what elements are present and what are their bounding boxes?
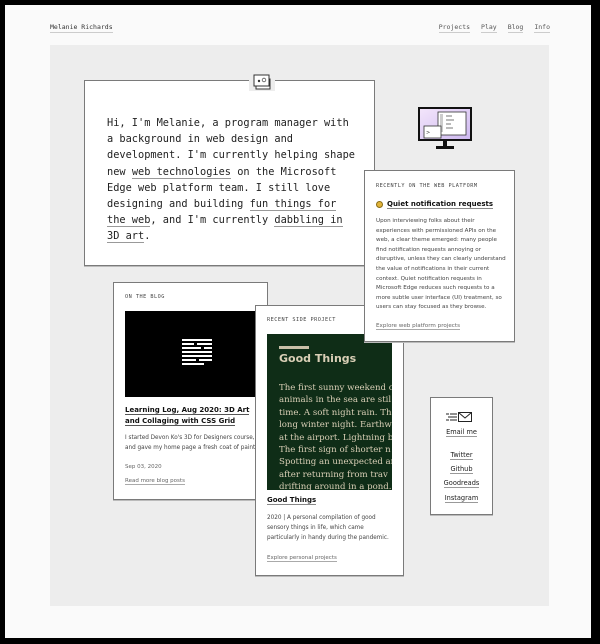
thumb-line: at the airport. Lightning b bbox=[279, 432, 392, 443]
thumb-line: long winter night. Earthw bbox=[279, 420, 392, 431]
thumb-line: The first sunny weekend o bbox=[279, 383, 392, 393]
intro-text-part: , and I'm currently bbox=[150, 214, 275, 227]
side-project-description: 2020 | A personal compilation of good se… bbox=[267, 515, 389, 541]
quiet-notification-link[interactable]: Quiet notification requests bbox=[387, 200, 494, 209]
twitter-link[interactable]: Twitter bbox=[431, 451, 492, 460]
text-lines-icon bbox=[182, 339, 212, 365]
blog-thumbnail[interactable] bbox=[125, 311, 268, 397]
collage-stage: Hi, I'm Melanie, a program manager with … bbox=[50, 45, 549, 606]
email-me-link[interactable]: Email me bbox=[431, 428, 492, 437]
blog-eyebrow: ON THE BLOG bbox=[125, 294, 165, 300]
thumb-paragraph: The first sunny weekend o animals in the… bbox=[279, 382, 392, 490]
main-nav: Projects Play Blog Info bbox=[438, 23, 550, 33]
email-me-label: Email me bbox=[446, 428, 477, 437]
thumb-accent-bar bbox=[279, 346, 309, 349]
email-icon bbox=[445, 408, 473, 422]
window-stack-icon bbox=[249, 73, 275, 91]
explore-personal-projects-link[interactable]: Explore personal projects bbox=[267, 555, 337, 562]
side-project-card: RECENT SIDE PROJECT Good Things The firs… bbox=[255, 305, 404, 576]
page: Melanie Richards Projects Play Blog Info… bbox=[5, 5, 591, 638]
monitor-icon: > bbox=[418, 107, 472, 151]
nav-blog[interactable]: Blog bbox=[507, 23, 524, 33]
side-project-thumbnail[interactable]: Good Things The first sunny weekend o an… bbox=[267, 334, 392, 490]
side-project-title-link[interactable]: Good Things bbox=[267, 496, 317, 505]
blog-card: ON THE BLOG Learning Log, Aug 2020: 3D A… bbox=[113, 282, 268, 500]
blog-post-excerpt: I started Devon Ko's 3D for Designers co… bbox=[125, 435, 258, 451]
nav-play[interactable]: Play bbox=[481, 23, 497, 33]
thumb-line: animals in the sea are stil bbox=[279, 395, 392, 406]
thumb-line: time. A soft night rain. Th bbox=[279, 407, 392, 418]
blog-post-date: Sep 03, 2020 bbox=[125, 464, 162, 470]
read-more-blog-link[interactable]: Read more blog posts bbox=[125, 478, 185, 485]
github-label: Github bbox=[450, 465, 473, 474]
site-name-link[interactable]: Melanie Richards bbox=[50, 23, 113, 33]
blog-post-title[interactable]: Learning Log, Aug 2020: 3D Art and Colla… bbox=[125, 405, 261, 427]
goodreads-link[interactable]: Goodreads bbox=[431, 479, 492, 488]
instagram-label: Instagram bbox=[444, 494, 479, 503]
web-platform-body: Upon interviewing folks about their expe… bbox=[376, 218, 506, 311]
blog-post-link[interactable]: Learning Log, Aug 2020: 3D Art and Colla… bbox=[125, 406, 250, 426]
svg-text:>: > bbox=[426, 130, 430, 136]
side-project-eyebrow: RECENT SIDE PROJECT bbox=[267, 317, 336, 323]
intro-card: Hi, I'm Melanie, a program manager with … bbox=[84, 73, 375, 266]
thumb-line: The first sign of shorter n bbox=[279, 445, 391, 456]
github-link[interactable]: Github bbox=[431, 465, 492, 474]
thumb-title: Good Things bbox=[279, 352, 357, 365]
web-platform-title: Quiet notification requests bbox=[376, 200, 494, 209]
instagram-link[interactable]: Instagram bbox=[431, 494, 492, 503]
worried-face-emoji-icon bbox=[376, 201, 383, 208]
nav-projects[interactable]: Projects bbox=[438, 23, 471, 33]
explore-web-platform-link[interactable]: Explore web platform projects bbox=[376, 323, 460, 330]
nav-info[interactable]: Info bbox=[534, 23, 550, 33]
thumb-line: Spotting an unexpected ar bbox=[279, 457, 392, 468]
goodreads-label: Goodreads bbox=[443, 479, 480, 488]
twitter-label: Twitter bbox=[450, 451, 473, 460]
contact-card: Email me Twitter Github Goodreads Instag… bbox=[430, 397, 493, 515]
intro-text-part: . bbox=[144, 230, 151, 243]
web-platform-eyebrow: RECENTLY ON THE WEB PLATFORM bbox=[376, 183, 478, 189]
intro-text: Hi, I'm Melanie, a program manager with … bbox=[107, 115, 357, 245]
web-platform-card: RECENTLY ON THE WEB PLATFORM Quiet notif… bbox=[364, 170, 515, 342]
thumb-line: drifting around in a pond. bbox=[279, 482, 392, 490]
web-technologies-link[interactable]: web technologies bbox=[131, 165, 232, 179]
thumb-line: after returning from trav bbox=[279, 469, 388, 480]
